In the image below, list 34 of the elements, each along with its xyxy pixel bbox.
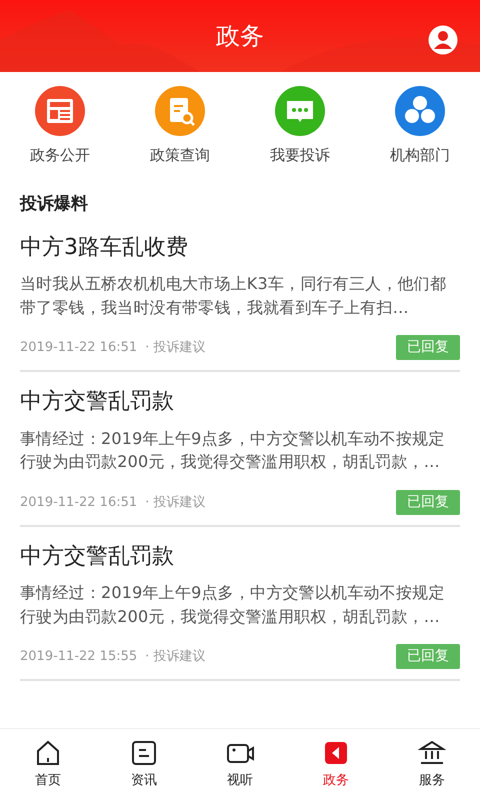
- post-time: 2019-11-22 16:51: [20, 494, 138, 512]
- page-title: 政务: [216, 21, 264, 52]
- shortcut-label[interactable]: 我要投诉: [270, 144, 330, 166]
- profile-icon[interactable]: [428, 25, 458, 55]
- post-time: 2019-11-22 15:55: [20, 648, 138, 666]
- document-icon: [130, 738, 158, 767]
- tab[interactable]: 资讯: [109, 738, 179, 790]
- post-summary: 事情经过：2019年上午9点多，中方交警以机车动不按规定行驶为由罚款200元，我觉得交警滥用职权，胡乱罚款，…: [20, 428, 446, 474]
- post-time: 2019-11-22 16:51: [20, 338, 138, 357]
- status-tag: 已回复: [396, 644, 460, 670]
- tab[interactable]: 视听: [205, 738, 275, 790]
- tab[interactable]: 政务: [301, 738, 371, 790]
- post-title[interactable]: 中方交警乱罚款: [20, 542, 460, 572]
- status-tag: 已回复: [396, 335, 460, 360]
- post-title[interactable]: 中方3路车乱收费: [20, 234, 460, 262]
- post-category: · 投诉建议: [145, 648, 206, 666]
- status-tag: 已回复: [396, 490, 460, 515]
- shortcut-label[interactable]: 机构部门: [390, 144, 450, 166]
- post-category: · 投诉建议: [145, 494, 206, 512]
- section-title: 投诉爆料: [20, 194, 88, 214]
- post-category: · 投诉建议: [145, 338, 206, 357]
- building-icon: [418, 738, 446, 767]
- post-title[interactable]: 中方交警乱罚款: [20, 388, 460, 417]
- tab[interactable]: 服务: [397, 738, 467, 790]
- shortcut-label[interactable]: 政务公开: [30, 144, 90, 166]
- shortcut-label[interactable]: 政策查询: [150, 144, 210, 166]
- clipboard-search-icon[interactable]: [155, 86, 205, 136]
- newspaper-icon[interactable]: [35, 86, 85, 136]
- circles-icon[interactable]: [395, 86, 445, 136]
- tab[interactable]: 首页: [13, 738, 83, 790]
- post-summary: 事情经过：2019年上午9点多，中方交警以机车动不按规定行驶为由罚款200元，我觉得交警滥用职权，胡乱罚款，…: [20, 582, 446, 628]
- home-icon: [34, 738, 62, 767]
- post-summary: 当时我从五桥农机机电大市场上K3车，同行有三人，他们都带了零钱，我当时没有带零钱，我就看到车子上有扫…: [20, 273, 448, 319]
- chat-bubble-icon[interactable]: [275, 86, 325, 136]
